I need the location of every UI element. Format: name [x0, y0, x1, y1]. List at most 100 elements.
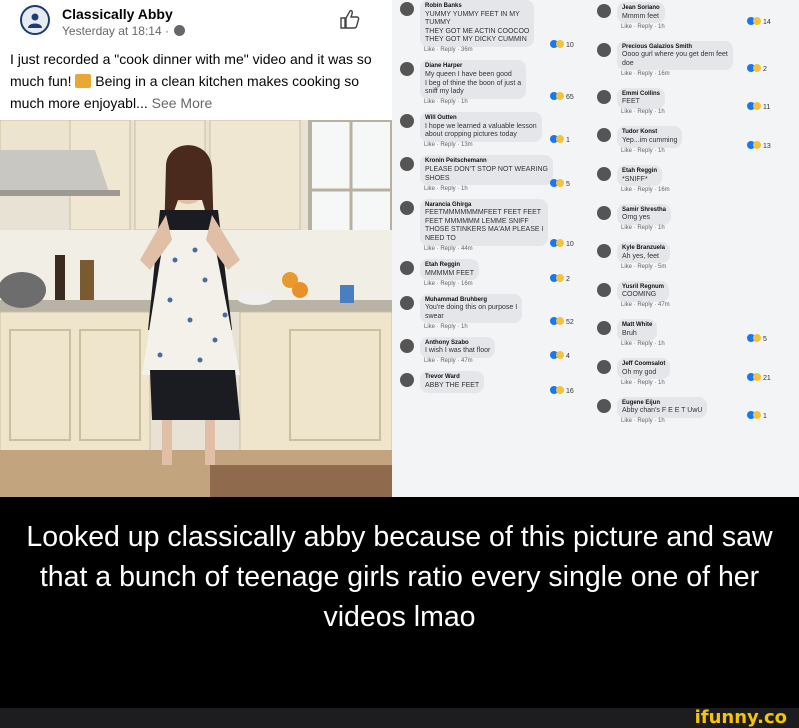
commenter-name[interactable]: Kyle Branzuela: [622, 244, 665, 253]
comment-actions[interactable]: Like · Reply · 1h: [621, 24, 665, 30]
commenter-avatar[interactable]: [597, 321, 611, 336]
comment-actions[interactable]: Like · Reply · 1h: [621, 341, 665, 347]
comment-actions[interactable]: Like · Reply · 1h: [621, 418, 665, 424]
reaction-number: 2: [762, 65, 767, 73]
commenter-name[interactable]: Muhammad Bruhberg: [425, 296, 517, 305]
post-body: I just recorded a "cook dinner with me" …: [10, 48, 380, 114]
reaction-count[interactable]: 5: [747, 333, 767, 343]
comment-text: Abby chan's F E E T UwU: [622, 407, 703, 415]
commenter-name[interactable]: Kronin Peitschemann: [425, 157, 548, 166]
reaction-count[interactable]: 21: [747, 372, 771, 382]
commenter-avatar[interactable]: [400, 2, 414, 16]
comment-text: Oh my god: [622, 368, 657, 376]
reaction-number: 1: [565, 137, 570, 145]
poster-name[interactable]: Classically Abby: [62, 6, 173, 22]
reaction-count[interactable]: 52: [550, 316, 574, 326]
commenter-name[interactable]: Emmi Collins: [622, 90, 660, 99]
comment-actions[interactable]: Like · Reply · 16m: [621, 71, 670, 77]
commenter-avatar[interactable]: [597, 205, 611, 220]
commenter-avatar[interactable]: [597, 128, 611, 143]
reaction-number: 11: [762, 104, 771, 112]
reaction-count[interactable]: 1: [747, 411, 767, 420]
commenter-avatar[interactable]: [400, 338, 414, 353]
commenter-name[interactable]: Yusril Regnum: [622, 283, 664, 292]
reaction-count[interactable]: 5: [550, 178, 570, 188]
commenter-avatar[interactable]: [597, 282, 611, 297]
commenter-avatar[interactable]: [400, 373, 414, 388]
comment-actions[interactable]: Like · Reply · 44m: [424, 246, 473, 252]
commenter-name[interactable]: Jean Soriano: [622, 4, 660, 13]
comment-actions[interactable]: Like · Reply · 47m: [424, 358, 473, 364]
commenter-avatar[interactable]: [597, 360, 611, 374]
reaction-count[interactable]: 4: [550, 351, 570, 360]
comment-actions[interactable]: Like · Reply · 36m: [424, 47, 473, 53]
comment-bubble: Trevor Ward ABBY THE FEET: [420, 371, 485, 393]
reaction-count[interactable]: 16: [550, 385, 574, 395]
commenter-name[interactable]: Diane Harper: [425, 62, 521, 71]
reaction-count[interactable]: 2: [747, 63, 767, 73]
commenter-name[interactable]: Eugene Eijun: [622, 399, 702, 408]
comment-actions[interactable]: Like · Reply · 1h: [621, 148, 665, 154]
comment-text: Oooo gurl where you get dem feet doe: [622, 51, 728, 67]
commenter-avatar[interactable]: [400, 295, 414, 310]
haha-reaction-icon: [753, 102, 761, 111]
commenter-avatar[interactable]: [597, 89, 611, 104]
reaction-number: 5: [762, 335, 767, 343]
commenter-avatar[interactable]: [597, 42, 611, 57]
reaction-count[interactable]: 11: [747, 102, 770, 111]
commenter-name[interactable]: Trevor Ward: [425, 373, 479, 382]
comment-actions[interactable]: Like · Reply · 13m: [424, 142, 473, 148]
reaction-count[interactable]: 65: [550, 92, 574, 101]
reaction-count[interactable]: 14: [747, 16, 771, 26]
comment-actions[interactable]: Like · Reply · 1h: [621, 380, 665, 386]
haha-reaction-icon: [753, 63, 761, 72]
comment-bubble: Etah Reggin MMMMM FEET: [420, 259, 479, 281]
commenter-avatar[interactable]: [400, 157, 414, 172]
comment-bubble: Anthony Szabo I wish I was that floor: [420, 336, 496, 358]
commenter-avatar[interactable]: [400, 261, 414, 275]
commenter-name[interactable]: Etah Reggin: [425, 261, 474, 270]
commenter-name[interactable]: Jeff Coomsalot: [622, 360, 665, 369]
comment-bubble: Etah Reggin *SNIFF*: [617, 165, 663, 187]
commenter-name[interactable]: Samir Shrestha: [622, 206, 666, 215]
commenter-name[interactable]: Narancia Ghirga: [425, 201, 543, 210]
post-timestamp[interactable]: Yesterday at 18:14 ·: [62, 24, 186, 38]
reaction-count[interactable]: 10: [550, 238, 574, 248]
comment-bubble: Jean Soriano Mmmm feet: [617, 2, 665, 24]
commenter-name[interactable]: Etah Reggin: [622, 167, 657, 176]
comment-actions[interactable]: Like · Reply · 1h: [621, 109, 665, 115]
comment-actions[interactable]: Like · Reply · 1h: [621, 225, 665, 231]
reaction-count[interactable]: 10: [550, 40, 574, 49]
commenter-avatar[interactable]: [400, 62, 414, 77]
commenter-name[interactable]: Robin Banks: [425, 2, 529, 11]
commenter-avatar[interactable]: [597, 4, 611, 18]
reaction-number: 4: [565, 353, 570, 361]
poster-avatar[interactable]: [20, 5, 50, 35]
commenter-avatar[interactable]: [400, 200, 414, 215]
comment-actions[interactable]: Like · Reply · 1h: [424, 324, 468, 330]
commenter-avatar[interactable]: [597, 167, 611, 181]
reaction-count[interactable]: 2: [550, 273, 570, 283]
comment-actions[interactable]: Like · Reply · 5m: [621, 264, 666, 270]
commenter-avatar[interactable]: [597, 244, 611, 259]
commenter-name[interactable]: Matt White: [622, 321, 652, 330]
comment-actions[interactable]: Like · Reply · 1h: [424, 99, 468, 105]
commenter-name[interactable]: Precious Galazios Smith: [622, 43, 728, 52]
reaction-count[interactable]: 13: [747, 140, 771, 150]
reaction-number: 2: [565, 275, 570, 283]
reaction-count[interactable]: 1: [550, 135, 570, 144]
commenter-name[interactable]: Tudor Konst: [622, 128, 677, 137]
comment-actions[interactable]: Like · Reply · 16m: [621, 187, 670, 193]
commenter-avatar[interactable]: [400, 114, 414, 129]
haha-reaction-icon: [556, 316, 564, 325]
thumbs-up-icon[interactable]: [338, 8, 360, 30]
comment-actions[interactable]: Like · Reply · 1h: [424, 186, 468, 192]
commenter-name[interactable]: Anthony Szabo: [425, 339, 490, 348]
see-more-link[interactable]: See More: [148, 95, 213, 111]
comment-bubble: Precious Galazios Smith Oooo gurl where y…: [617, 40, 733, 71]
commenter-name[interactable]: Will Outten: [425, 114, 537, 123]
commenter-avatar[interactable]: [597, 398, 611, 413]
comment-actions[interactable]: Like · Reply · 47m: [621, 302, 670, 308]
comment-actions[interactable]: Like · Reply · 16m: [424, 281, 473, 287]
haha-reaction-icon: [753, 16, 761, 25]
